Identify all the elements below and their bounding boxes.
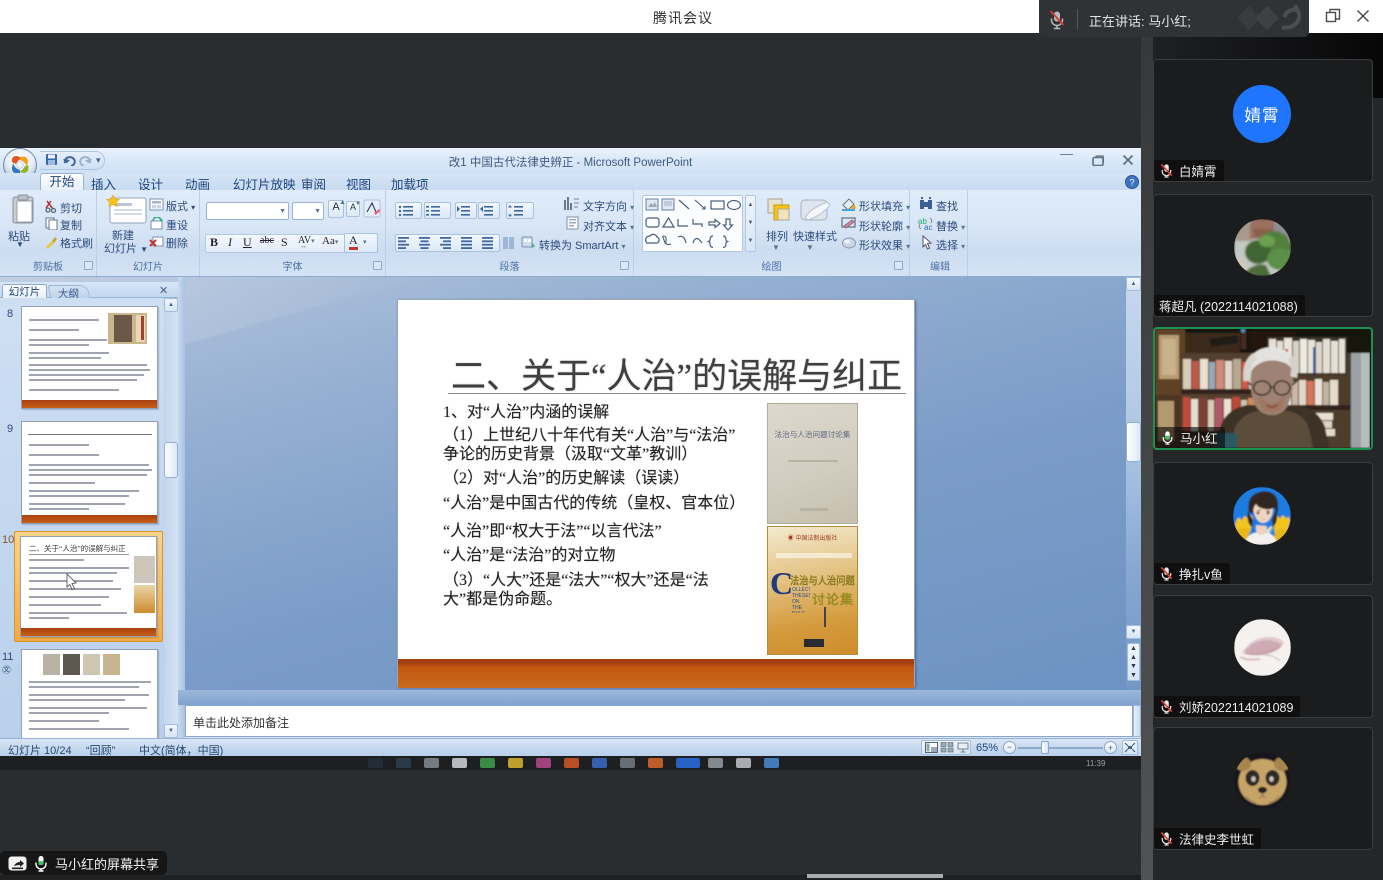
svg-text:ac: ac	[924, 223, 932, 231]
svg-text:?: ?	[1129, 178, 1134, 188]
